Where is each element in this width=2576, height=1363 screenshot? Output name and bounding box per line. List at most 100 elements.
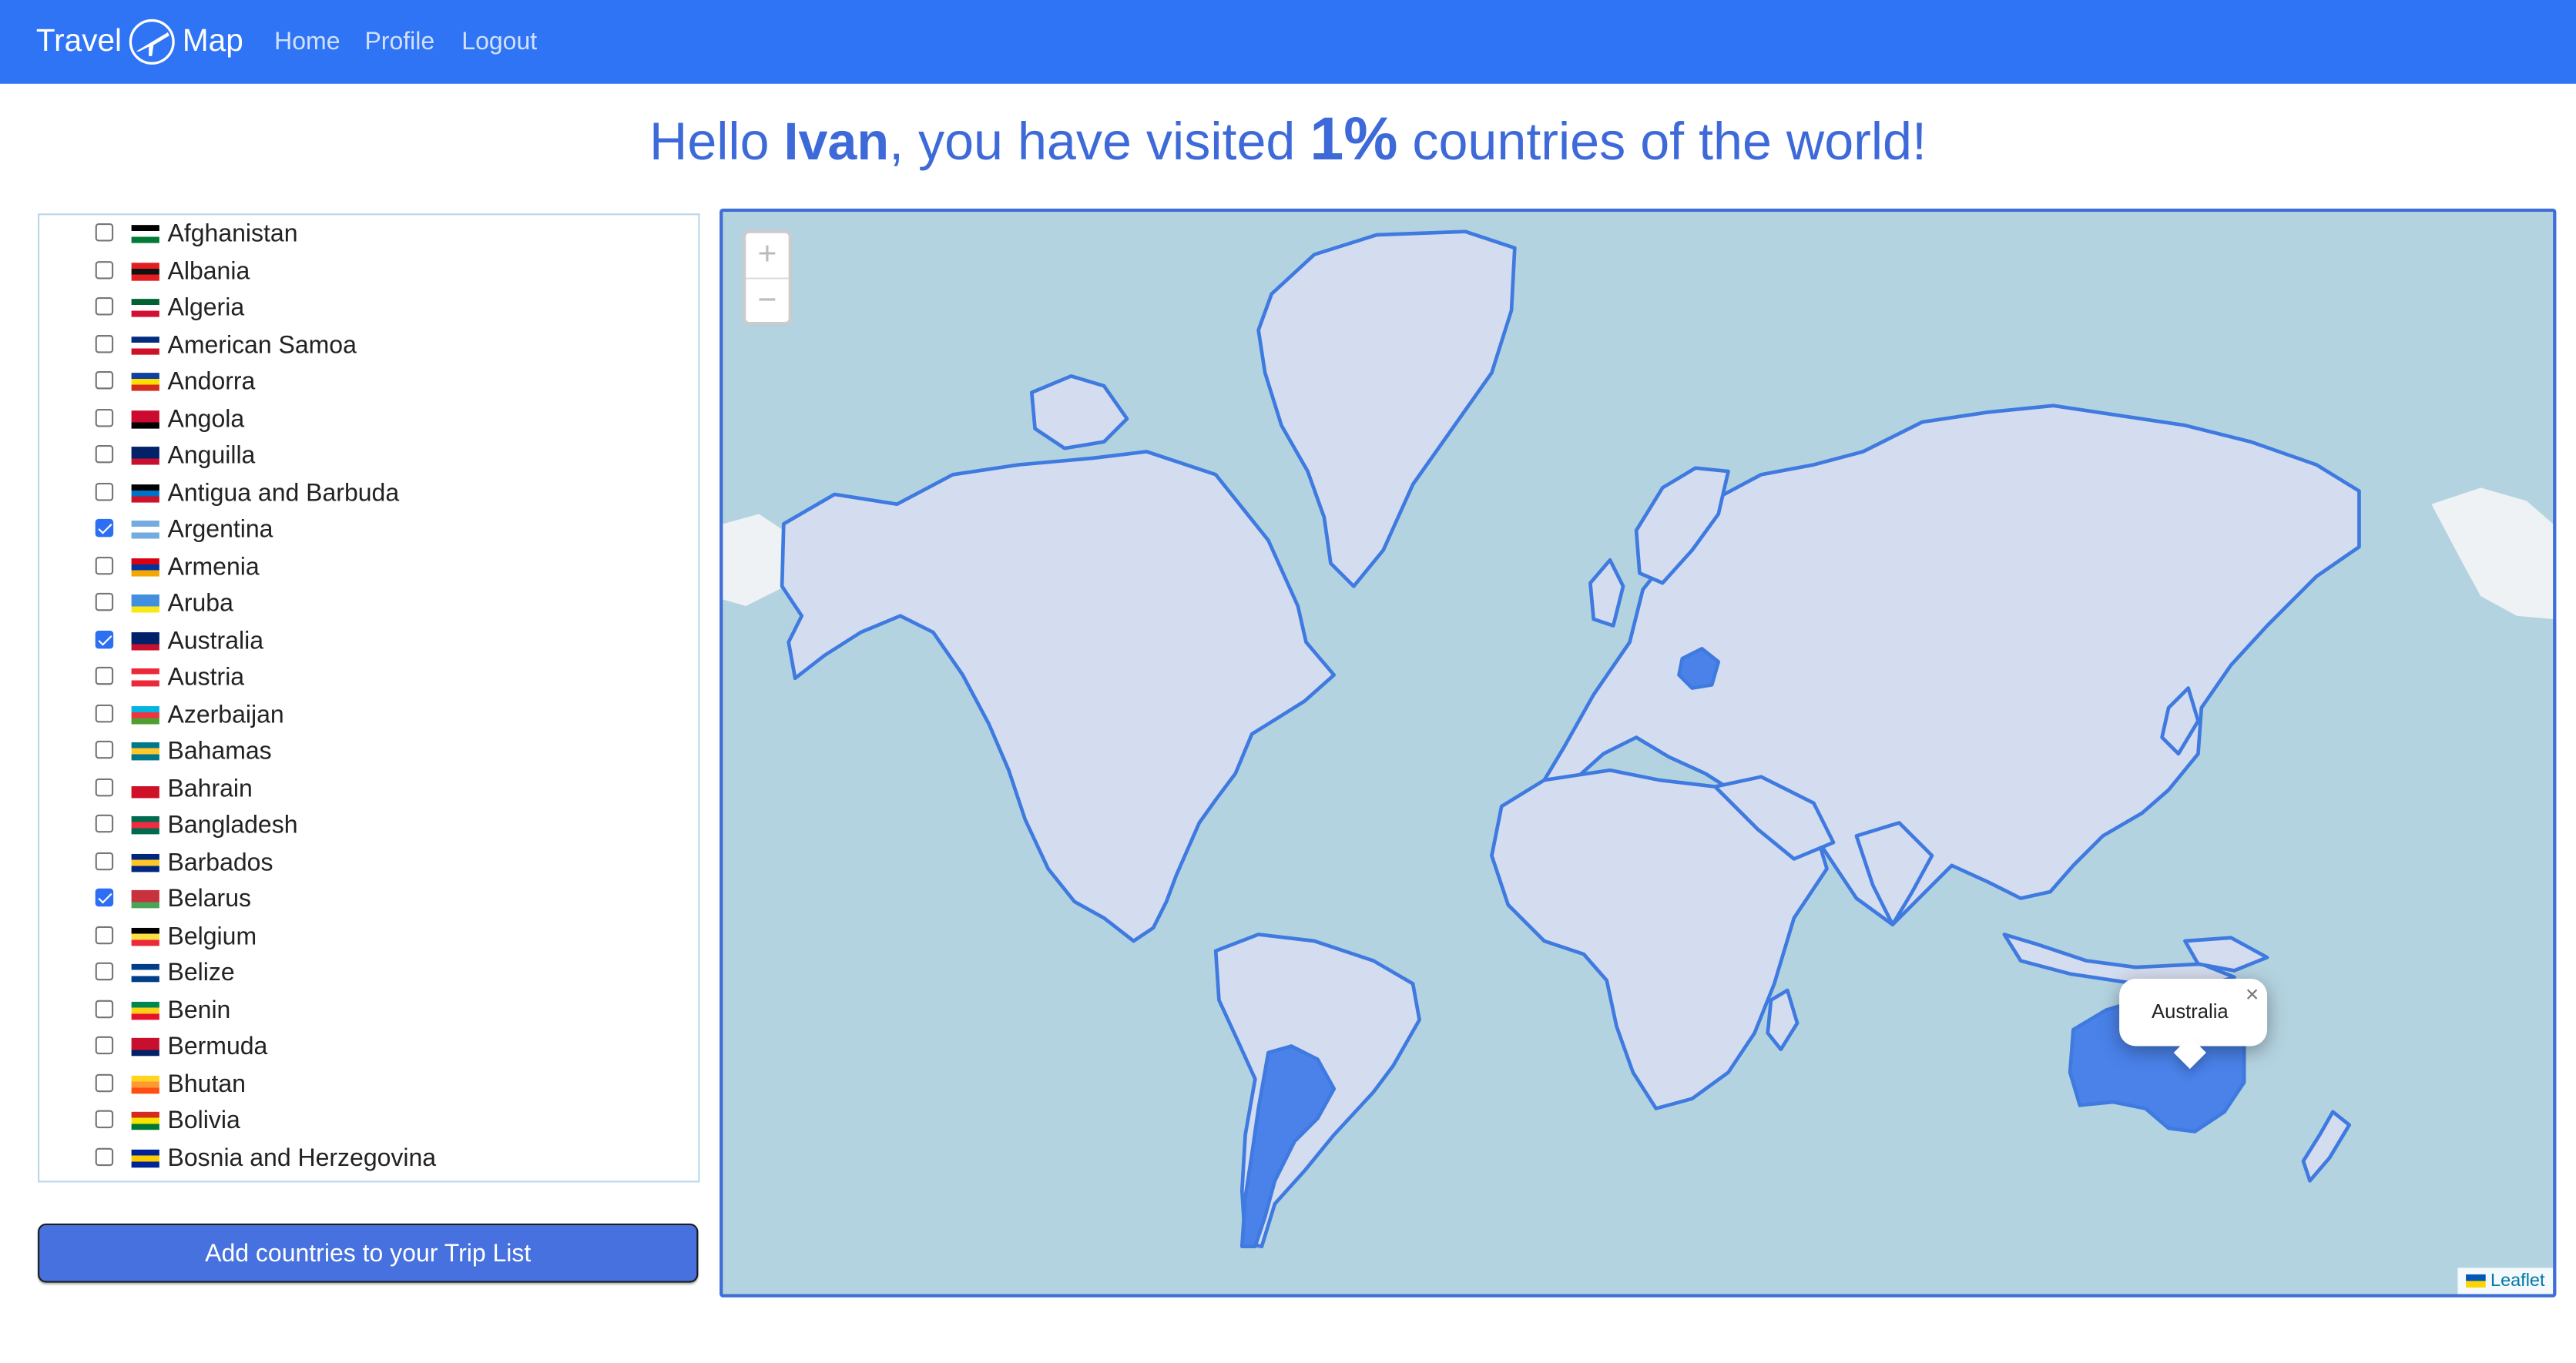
country-checkbox[interactable]: [95, 1110, 114, 1129]
country-checkbox[interactable]: [95, 629, 114, 648]
nav-home[interactable]: Home: [274, 0, 340, 84]
country-item[interactable]: Belarus: [39, 882, 696, 918]
map-canvas[interactable]: [723, 212, 2554, 1294]
country-item[interactable]: Antigua and Barbuda: [39, 475, 696, 511]
country-checkbox[interactable]: [95, 999, 114, 1018]
map-attribution[interactable]: Leaflet: [2457, 1268, 2554, 1294]
country-checkbox[interactable]: [95, 333, 114, 353]
title-end: countries of the world!: [1397, 112, 1927, 171]
country-item[interactable]: American Samoa: [39, 327, 696, 363]
country-item[interactable]: Bangladesh: [39, 808, 696, 844]
country-checkbox[interactable]: [95, 260, 114, 279]
flag-icon: [131, 1074, 159, 1093]
country-checkbox[interactable]: [95, 777, 114, 796]
country-name: Argentina: [167, 515, 273, 544]
country-item[interactable]: Belize: [39, 956, 696, 992]
country-checkbox[interactable]: [95, 555, 114, 574]
popup-country-name: Australia: [2152, 1000, 2229, 1023]
country-name: Bangladesh: [167, 811, 298, 839]
country-checkbox[interactable]: [95, 925, 114, 944]
country-item[interactable]: Belgium: [39, 919, 696, 955]
flag-icon: [131, 705, 159, 724]
world-map[interactable]: + − Australia × Leaflet: [719, 208, 2557, 1298]
zoom-control: + −: [742, 229, 792, 326]
country-checkbox[interactable]: [95, 666, 114, 685]
country-checkbox[interactable]: [95, 1036, 114, 1055]
country-checkbox[interactable]: [95, 481, 114, 501]
flag-icon: [131, 1148, 159, 1167]
country-name: Bosnia and Herzegovina: [167, 1144, 437, 1172]
country-checkbox[interactable]: [95, 592, 114, 611]
country-checkbox[interactable]: [95, 1073, 114, 1092]
country-item[interactable]: Azerbaijan: [39, 697, 696, 733]
flag-icon: [131, 963, 159, 983]
flag-icon: [131, 410, 159, 428]
country-checkbox[interactable]: [95, 370, 114, 390]
flag-icon: [131, 447, 159, 465]
navbar: Travel Map Home Profile Logout: [0, 0, 2576, 84]
visited-percent: 1%: [1310, 105, 1398, 172]
zoom-in-button[interactable]: +: [746, 233, 789, 280]
title-user-name: Ivan: [783, 112, 890, 171]
country-name: Bhutan: [167, 1070, 246, 1098]
country-item[interactable]: Austria: [39, 660, 696, 696]
country-checkbox[interactable]: [95, 518, 114, 537]
country-item[interactable]: Benin: [39, 993, 696, 1029]
nav-profile[interactable]: Profile: [364, 0, 434, 84]
country-item[interactable]: Armenia: [39, 549, 696, 585]
country-checkbox[interactable]: [95, 444, 114, 464]
country-item[interactable]: Algeria: [39, 290, 696, 327]
country-checkbox[interactable]: [95, 888, 114, 907]
country-item[interactable]: Australia: [39, 623, 696, 659]
country-checkbox[interactable]: [95, 962, 114, 981]
flag-icon: [131, 336, 159, 354]
country-item[interactable]: Bahamas: [39, 734, 696, 770]
country-checkbox[interactable]: [95, 223, 114, 242]
country-item[interactable]: Bosnia and Herzegovina: [39, 1140, 696, 1177]
close-icon[interactable]: ×: [2246, 980, 2259, 1006]
country-item[interactable]: Aruba: [39, 586, 696, 622]
leaflet-link[interactable]: Leaflet: [2490, 1268, 2544, 1294]
country-item[interactable]: Anguilla: [39, 438, 696, 474]
flag-icon: [131, 299, 159, 317]
flag-icon: [131, 1000, 159, 1020]
country-list[interactable]: Afghanistan Albania Algeria American Samoa A…: [38, 213, 700, 1183]
country-name: Armenia: [167, 552, 260, 581]
country-name: Azerbaijan: [167, 700, 284, 728]
country-checkbox[interactable]: [95, 814, 114, 833]
country-checkbox[interactable]: [95, 703, 114, 722]
add-countries-button[interactable]: Add countries to your Trip List: [38, 1223, 699, 1283]
country-item[interactable]: Andorra: [39, 364, 696, 400]
country-item[interactable]: Bolivia: [39, 1103, 696, 1140]
brand[interactable]: Travel Map: [36, 0, 243, 84]
flag-icon: [131, 521, 159, 539]
country-item[interactable]: Bhutan: [39, 1067, 696, 1103]
country-item[interactable]: Bermuda: [39, 1030, 696, 1066]
country-checkbox[interactable]: [95, 297, 114, 316]
country-name: Albania: [167, 256, 250, 286]
flag-icon: [131, 926, 159, 946]
flag-icon: [131, 852, 159, 872]
flag-icon: [131, 225, 159, 243]
country-item[interactable]: Bahrain: [39, 771, 696, 807]
country-item[interactable]: Albania: [39, 253, 696, 290]
country-name: Belgium: [167, 922, 257, 950]
flag-icon: [131, 262, 159, 280]
zoom-out-button[interactable]: −: [746, 280, 788, 324]
nav-logout[interactable]: Logout: [461, 0, 537, 84]
flag-icon: [131, 1037, 159, 1057]
country-item[interactable]: Argentina: [39, 512, 696, 548]
flag-icon: [131, 668, 159, 687]
country-item[interactable]: Afghanistan: [39, 217, 696, 253]
country-name: Algeria: [167, 293, 245, 322]
country-checkbox[interactable]: [95, 740, 114, 759]
country-checkbox[interactable]: [95, 1147, 114, 1166]
country-checkbox[interactable]: [95, 851, 114, 870]
flag-icon: [131, 1111, 159, 1130]
flag-icon: [131, 484, 159, 502]
country-item[interactable]: Angola: [39, 401, 696, 437]
country-name: Bermuda: [167, 1033, 268, 1061]
country-checkbox[interactable]: [95, 407, 114, 427]
country-item[interactable]: Barbados: [39, 845, 696, 881]
flag-icon: [131, 779, 159, 798]
